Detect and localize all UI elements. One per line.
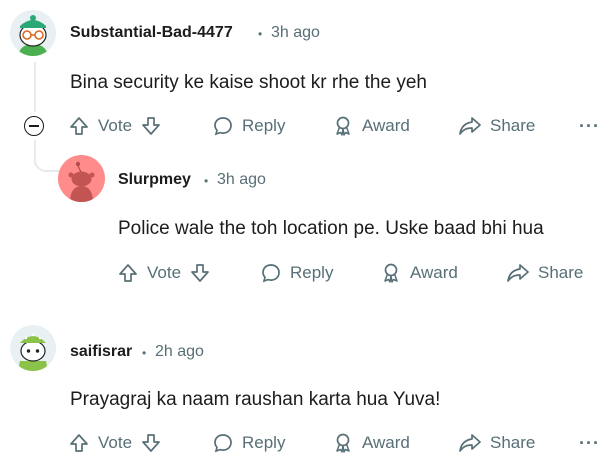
share-arrow-icon xyxy=(507,264,529,282)
downvote-arrow-icon[interactable] xyxy=(189,262,211,284)
reply-button[interactable]: Reply xyxy=(260,258,333,288)
comment-separator: • xyxy=(258,27,263,41)
avatar[interactable] xyxy=(10,325,56,371)
share-button[interactable]: Share xyxy=(458,428,535,458)
thread-line xyxy=(34,62,36,112)
award-button[interactable]: Award xyxy=(332,428,410,458)
speech-bubble-icon xyxy=(214,117,232,136)
avatar[interactable] xyxy=(10,10,56,56)
comment-text: Prayagraj ka naam raushan karta hua Yuva… xyxy=(70,389,441,410)
share-label: Share xyxy=(538,263,584,282)
comment-separator: • xyxy=(204,174,209,188)
comment-username[interactable]: Substantial-Bad-4477 xyxy=(70,24,233,42)
vote-label: Vote xyxy=(147,263,182,282)
upvote-button[interactable]: Vote xyxy=(68,428,162,458)
comment-timestamp[interactable]: 3h ago xyxy=(271,24,320,42)
speech-bubble-icon xyxy=(214,434,232,453)
upvote-arrow-icon xyxy=(70,117,88,135)
award-ribbon-icon xyxy=(384,263,398,283)
share-arrow-icon xyxy=(459,434,481,452)
reply-label: Reply xyxy=(242,433,286,452)
reply-button[interactable]: Reply xyxy=(212,111,285,141)
share-label: Share xyxy=(490,433,536,452)
award-ribbon-icon xyxy=(336,116,350,136)
upvote-button[interactable]: Vote xyxy=(117,258,211,288)
share-label: Share xyxy=(490,116,536,135)
comment-username[interactable]: Slurpmey xyxy=(118,171,191,189)
comment-username[interactable]: saifisrar xyxy=(70,343,132,361)
more-options-button[interactable]: ··· xyxy=(579,116,600,137)
snoo-avatar-icon xyxy=(19,15,47,56)
comment-separator: • xyxy=(142,346,147,360)
reply-label: Reply xyxy=(290,263,334,282)
vote-label: Vote xyxy=(98,433,133,452)
award-ribbon-icon xyxy=(336,433,350,453)
snoo-avatar-icon xyxy=(18,333,48,371)
award-label: Award xyxy=(410,263,458,282)
share-button[interactable]: Share xyxy=(458,111,535,141)
comment-timestamp[interactable]: 3h ago xyxy=(217,171,266,189)
downvote-arrow-icon[interactable] xyxy=(140,432,162,454)
avatar[interactable] xyxy=(58,155,105,202)
collapse-thread-button[interactable] xyxy=(24,116,44,136)
reply-label: Reply xyxy=(242,116,286,135)
share-arrow-icon xyxy=(459,117,481,135)
comment-text: Police wale the toh location pe. Uske ba… xyxy=(118,218,544,239)
upvote-arrow-icon xyxy=(119,264,137,282)
more-options-button[interactable]: ··· xyxy=(579,433,600,454)
share-button[interactable]: Share xyxy=(506,258,583,288)
award-button[interactable]: Award xyxy=(332,111,410,141)
vote-label: Vote xyxy=(98,116,133,135)
thread-curve xyxy=(34,150,62,172)
award-button[interactable]: Award xyxy=(380,258,458,288)
upvote-button[interactable]: Vote xyxy=(68,111,162,141)
award-label: Award xyxy=(362,116,410,135)
speech-bubble-icon xyxy=(262,264,280,283)
default-snoo-avatar-icon xyxy=(68,161,95,202)
award-label: Award xyxy=(362,433,410,452)
comment-timestamp[interactable]: 2h ago xyxy=(155,343,204,361)
upvote-arrow-icon xyxy=(70,434,88,452)
reply-button[interactable]: Reply xyxy=(212,428,285,458)
comment-text: Bina security ke kaise shoot kr rhe the … xyxy=(70,72,427,93)
downvote-arrow-icon[interactable] xyxy=(140,115,162,137)
